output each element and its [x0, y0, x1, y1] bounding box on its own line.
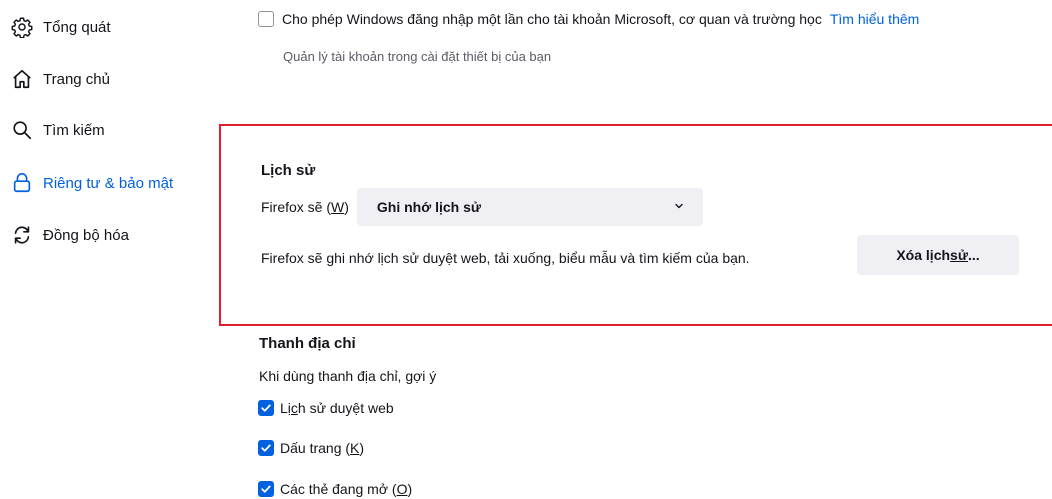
- sso-label: Cho phép Windows đăng nhập một lần cho t…: [282, 11, 822, 27]
- sso-description: Quản lý tài khoản trong cài đặt thiết bị…: [283, 49, 552, 64]
- home-icon: [10, 67, 34, 91]
- sidebar-item-home[interactable]: Trang chủ: [10, 63, 110, 95]
- sso-option: Cho phép Windows đăng nhập một lần cho t…: [258, 11, 919, 27]
- learn-more-link[interactable]: Tìm hiểu thêm: [830, 11, 919, 27]
- main-content: Cho phép Windows đăng nhập một lần cho t…: [215, 0, 1052, 499]
- sidebar: Tổng quát Trang chủ Tìm kiếm Riêng tư & …: [0, 0, 215, 499]
- history-description: Firefox sẽ ghi nhớ lịch sử duyệt web, tả…: [261, 250, 750, 266]
- sidebar-item-label: Trang chủ: [43, 70, 110, 88]
- sidebar-item-sync[interactable]: Đồng bộ hóa: [10, 219, 129, 251]
- bookmarks-label: Dấu trang (K): [280, 440, 365, 456]
- suggest-bookmarks-option[interactable]: Dấu trang (K): [258, 440, 364, 456]
- open-tabs-checkbox[interactable]: [258, 481, 274, 497]
- history-mode-row: Firefox sẽ (W) Ghi nhớ lịch sử: [261, 188, 703, 226]
- history-mode-select[interactable]: Ghi nhớ lịch sử: [356, 188, 703, 226]
- sidebar-item-search[interactable]: Tìm kiếm: [10, 114, 105, 146]
- sidebar-item-label: Tìm kiếm: [43, 121, 105, 139]
- chevron-down-icon: [673, 199, 685, 215]
- history-section: Lịch sử Firefox sẽ (W) Ghi nhớ lịch sử F…: [219, 124, 1052, 326]
- history-mode-value: Ghi nhớ lịch sử: [376, 199, 482, 215]
- clear-history-button[interactable]: Xóa lịch sử...: [857, 235, 1019, 275]
- lock-icon: [10, 171, 34, 195]
- sso-checkbox[interactable]: [258, 11, 274, 27]
- address-bar-heading: Thanh địa chỉ: [259, 335, 356, 352]
- sidebar-item-label: Đồng bộ hóa: [43, 226, 129, 244]
- open-tabs-label: Các thẻ đang mở (O): [280, 481, 413, 497]
- browsing-history-checkbox[interactable]: [258, 400, 274, 416]
- suggest-browsing-history-option[interactable]: Lịch sử duyệt web: [258, 400, 394, 416]
- browsing-history-label: Lịch sử duyệt web: [280, 400, 394, 416]
- gear-icon: [10, 15, 34, 39]
- search-icon: [10, 118, 34, 142]
- sidebar-item-general[interactable]: Tổng quát: [10, 11, 111, 43]
- suggest-open-tabs-option[interactable]: Các thẻ đang mở (O): [258, 481, 412, 497]
- sidebar-item-label: Riêng tư & bảo mật: [43, 174, 174, 192]
- bookmarks-checkbox[interactable]: [258, 440, 274, 456]
- sidebar-item-privacy-security[interactable]: Riêng tư & bảo mật: [10, 167, 173, 199]
- address-bar-description: Khi dùng thanh địa chỉ, gợi ý: [259, 368, 437, 384]
- sidebar-item-label: Tổng quát: [43, 18, 111, 36]
- history-mode-label: Firefox sẽ (W): [261, 199, 349, 215]
- sync-icon: [10, 223, 34, 247]
- history-heading: Lịch sử: [261, 162, 316, 179]
